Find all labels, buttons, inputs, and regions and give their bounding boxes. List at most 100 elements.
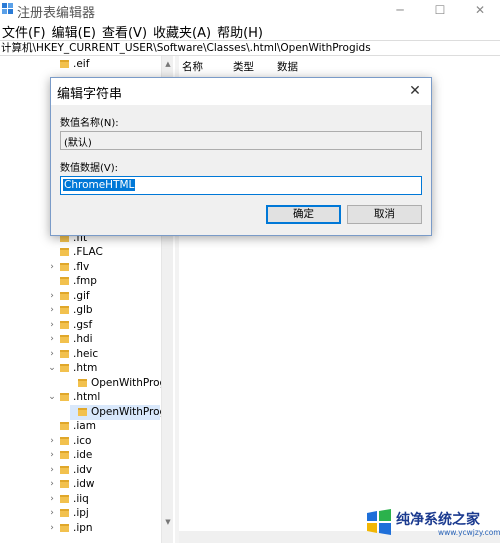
tree-item[interactable]: ⌄ .html <box>0 390 160 405</box>
tree-item-label: .idw <box>73 478 95 490</box>
menu-favorites[interactable]: 收藏夹(A) <box>151 20 215 41</box>
chevron-down-icon[interactable]: ⌄ <box>48 361 56 375</box>
tree-item-label: .heic <box>73 348 99 360</box>
value-name-label: 数值名称(N): <box>60 118 119 129</box>
chevron-right-icon[interactable]: › <box>48 318 56 332</box>
menu-file[interactable]: 文件(F) <box>0 20 50 41</box>
chevron-right-icon[interactable]: › <box>48 448 56 462</box>
ok-button[interactable]: 确定 <box>266 205 341 224</box>
folder-icon <box>78 408 87 416</box>
chevron-right-icon[interactable]: › <box>48 434 56 448</box>
folder-icon <box>60 466 69 474</box>
tree-item[interactable]: › .heic <box>0 347 160 362</box>
dialog-close-icon[interactable]: ✕ <box>405 81 425 101</box>
chevron-right-icon[interactable]: › <box>48 289 56 303</box>
tree-item[interactable]: › .glb <box>0 303 160 318</box>
registry-editor-icon <box>2 3 13 14</box>
chevron-right-icon[interactable]: › <box>48 463 56 477</box>
folder-icon <box>60 437 69 445</box>
tree-item[interactable]: .iam <box>0 419 160 434</box>
tree-item[interactable]: › .gif <box>0 289 160 304</box>
folder-icon <box>60 306 69 314</box>
tree-item[interactable]: OpenWithProgi <box>0 376 169 391</box>
tree-item-label: .idv <box>73 464 93 476</box>
menu-bar: 文件(F) 编辑(E) 查看(V) 收藏夹(A) 帮助(H) <box>0 20 500 41</box>
tree-item[interactable]: › .ipn <box>0 521 160 536</box>
folder-icon <box>60 451 69 459</box>
minimize-button[interactable]: ─ <box>380 0 420 20</box>
column-header-name[interactable]: 名称 <box>182 59 203 74</box>
watermark-logo: 纯净系统之家 www.ycwjzy.com <box>360 505 500 541</box>
folder-icon <box>60 364 69 372</box>
menu-view[interactable]: 查看(V) <box>100 20 151 41</box>
tree-item[interactable]: .eif <box>0 57 160 72</box>
tree-item[interactable]: › .hdi <box>0 332 160 347</box>
chevron-right-icon[interactable]: › <box>48 477 56 491</box>
tree-item-label: .FLAC <box>73 246 103 258</box>
folder-icon <box>60 60 69 68</box>
tree-item-label: .iiq <box>73 493 89 505</box>
tree-item-label: .gsf <box>73 319 93 331</box>
folder-icon <box>60 248 69 256</box>
edit-string-dialog: 编辑字符串 ✕ 数值名称(N): (默认) 数值数据(V): ChromeHTM… <box>50 77 432 236</box>
tree-item[interactable]: ⌄ .htm <box>0 361 160 376</box>
tree-item-label: .html <box>73 391 101 403</box>
tree-item-label: .eif <box>73 58 90 70</box>
folder-icon <box>78 379 87 387</box>
chevron-right-icon[interactable]: › <box>48 492 56 506</box>
column-header-data[interactable]: 数据 <box>277 59 298 74</box>
maximize-button[interactable]: ☐ <box>420 0 460 20</box>
chevron-right-icon[interactable]: › <box>48 260 56 274</box>
tree-item-label: .gif <box>73 290 90 302</box>
chevron-right-icon[interactable]: › <box>48 521 56 535</box>
tree-item[interactable]: › .ico <box>0 434 160 449</box>
chevron-right-icon[interactable]: › <box>48 347 56 361</box>
tree-item[interactable]: › .flv <box>0 260 160 275</box>
value-data-input[interactable]: ChromeHTML <box>60 176 422 195</box>
menu-help[interactable]: 帮助(H) <box>215 20 267 41</box>
chevron-down-icon[interactable]: ⌄ <box>48 390 56 404</box>
tree-item[interactable]: › .idw <box>0 477 160 492</box>
tree-item-label: .glb <box>73 304 93 316</box>
tree-item[interactable]: OpenWithProgi <box>70 405 169 420</box>
tree-item-label: .ipj <box>73 507 89 519</box>
tree-item-label: .ico <box>73 435 92 447</box>
tree-item-label: .htm <box>73 362 98 374</box>
folder-icon <box>60 292 69 300</box>
chevron-right-icon[interactable]: › <box>48 303 56 317</box>
tree-item[interactable]: › .iiq <box>0 492 160 507</box>
tree-item[interactable]: .fmp <box>0 274 160 289</box>
tree-item-label: .fmp <box>73 275 97 287</box>
folder-icon <box>60 495 69 503</box>
close-button[interactable]: ✕ <box>460 0 500 20</box>
chevron-right-icon[interactable]: › <box>48 332 56 346</box>
value-data-text: ChromeHTML <box>63 179 136 191</box>
tree-item-label: OpenWithProgi <box>91 406 170 418</box>
scroll-up-icon[interactable]: ▲ <box>162 58 174 70</box>
folder-icon <box>60 509 69 517</box>
tree-item-label: OpenWithProgi <box>91 377 170 389</box>
tree-item-label: .ide <box>73 449 93 461</box>
tree-item-label: .flv <box>73 261 90 273</box>
menu-edit[interactable]: 编辑(E) <box>50 20 100 41</box>
tree-item[interactable]: › .ipj <box>0 506 160 521</box>
tree-item[interactable]: › .ide <box>0 448 160 463</box>
tree-item[interactable]: .FLAC <box>0 245 160 260</box>
folder-icon <box>60 350 69 358</box>
tree-item[interactable]: › .gsf <box>0 318 160 333</box>
scroll-down-icon[interactable]: ▼ <box>162 516 174 528</box>
folder-icon <box>60 480 69 488</box>
value-name-field: (默认) <box>60 131 422 150</box>
dialog-title: 编辑字符串 <box>57 87 123 102</box>
tree-item-label: .iam <box>73 420 96 432</box>
cancel-button[interactable]: 取消 <box>347 205 422 224</box>
chevron-right-icon[interactable]: › <box>48 506 56 520</box>
tree-item-label: .hdi <box>73 333 93 345</box>
folder-icon <box>60 524 69 532</box>
address-bar[interactable]: 计算机\HKEY_CURRENT_USER\Software\Classes\.… <box>0 40 500 56</box>
tree-item[interactable]: › .idv <box>0 463 160 478</box>
folder-icon <box>60 321 69 329</box>
column-header-type[interactable]: 类型 <box>233 59 254 74</box>
folder-icon <box>60 277 69 285</box>
watermark-text: 纯净系统之家 <box>396 512 480 528</box>
